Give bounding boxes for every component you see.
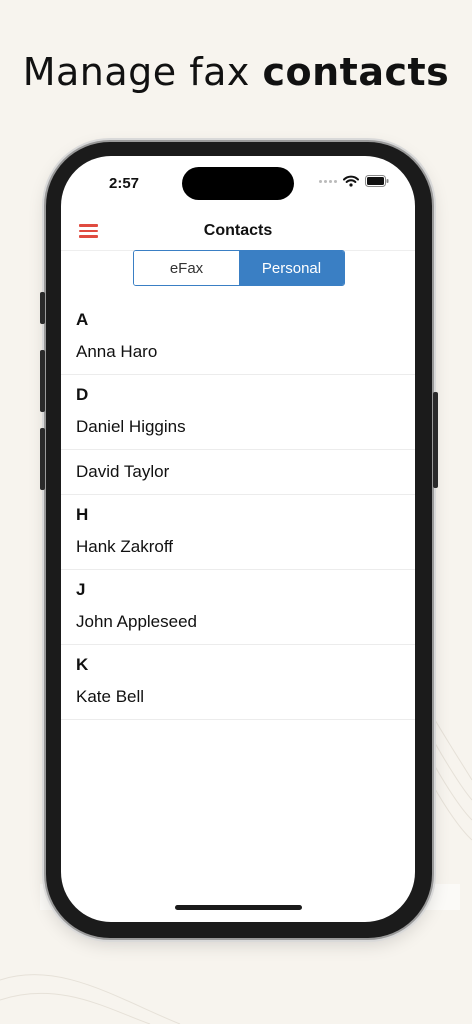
nav-bar: Contacts xyxy=(61,214,415,251)
segment-efax[interactable]: eFax xyxy=(134,251,239,285)
contacts-list: A Anna Haro D Daniel Higgins David Taylo… xyxy=(61,300,415,720)
contact-row[interactable]: Daniel Higgins xyxy=(61,405,415,450)
wifi-icon xyxy=(343,175,359,187)
headline-bold: contacts xyxy=(262,50,450,94)
segment-personal[interactable]: Personal xyxy=(239,251,344,285)
section-header-a: A xyxy=(76,310,89,329)
headline-regular: Manage fax xyxy=(22,50,263,94)
contact-row[interactable]: John Appleseed xyxy=(61,600,415,645)
promo-headline: Manage fax contacts xyxy=(0,50,472,94)
battery-icon xyxy=(365,175,389,187)
section-header-d: D xyxy=(76,385,89,404)
volume-down-button xyxy=(40,428,45,490)
contact-row[interactable]: Hank Zakroff xyxy=(61,525,415,570)
signal-dots-icon xyxy=(319,179,337,183)
contact-row[interactable]: Anna Haro xyxy=(61,330,415,375)
section-header-k: K xyxy=(76,655,89,674)
power-button xyxy=(433,392,438,488)
section-header-h: H xyxy=(76,505,89,524)
volume-up-button xyxy=(40,350,45,412)
app-screen: 2:57 Contacts eFax Personal A Anna Haro … xyxy=(61,156,415,922)
home-indicator[interactable] xyxy=(175,905,302,910)
status-time: 2:57 xyxy=(109,175,140,192)
action-button xyxy=(40,292,45,324)
dynamic-island xyxy=(182,167,294,200)
status-icons xyxy=(319,175,389,187)
contact-row[interactable]: David Taylor xyxy=(61,450,415,495)
section-header-j: J xyxy=(76,580,86,599)
contacts-segmented-control: eFax Personal xyxy=(133,250,345,286)
contact-row[interactable]: Kate Bell xyxy=(61,675,415,720)
page-title: Contacts xyxy=(203,222,273,239)
phone-frame: 2:57 Contacts eFax Personal A Anna Haro … xyxy=(40,142,438,938)
